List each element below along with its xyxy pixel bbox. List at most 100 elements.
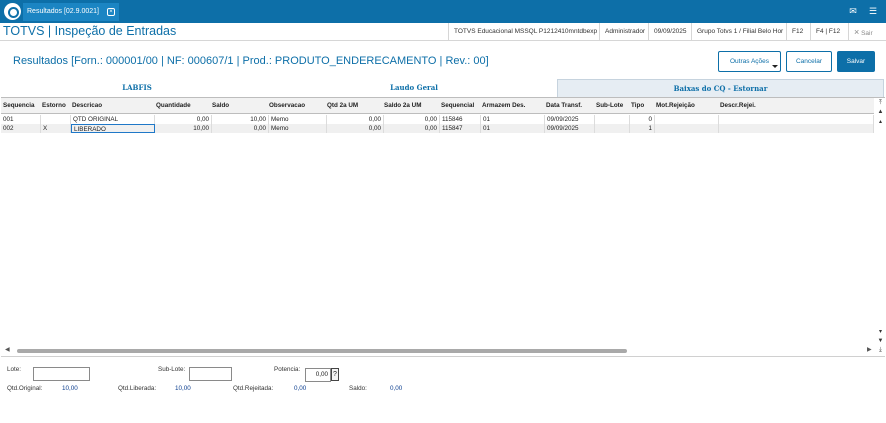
vertical-scrollbar[interactable]: ⤒ ▲ ▴ ▾ ▼ ⤓ [876,98,885,356]
scroll-up-icon[interactable]: ▲ [876,108,885,117]
cell-data-transf[interactable]: 09/09/2025 [545,124,595,133]
database-info: TOTVS Educacional MSSQL P1212410mntdbexp [448,23,602,41]
table-row[interactable]: 002 X LIBERADO 10,00 0,00 Memo 0,00 0,00… [1,124,874,133]
other-actions-label: Outras Ações [729,58,770,65]
tab-baixas-cq-estornar[interactable]: Baixas do CQ - Estornar [557,79,884,97]
potencia-label: Potencia: [274,366,301,373]
cell-mot-rejeicao[interactable] [655,124,719,133]
cell-saldo-2a-um[interactable]: 0,00 [384,124,440,133]
cell-estorno[interactable]: X [41,124,71,133]
cell-tipo[interactable]: 1 [630,124,655,133]
close-tab-icon[interactable]: × [107,8,115,16]
saldo-value: 0,00 [390,385,403,392]
col-saldo-2a-um[interactable]: Saldo 2a UM [384,98,421,114]
exit-button[interactable]: × Sair [848,23,878,41]
user-info: Administrador [599,23,650,41]
horizontal-scrollbar[interactable]: ◀ ▶ [5,346,872,353]
col-mot-rejeicao[interactable]: Mot.Rejeição [656,98,695,114]
col-descr-rejei[interactable]: Descr.Rejei. [720,98,756,114]
cell-armazem[interactable]: 01 [481,115,545,124]
cell-armazem[interactable]: 01 [481,124,545,133]
col-estorno[interactable]: Estorno [42,98,66,114]
other-actions-button[interactable]: Outras Ações [718,51,781,72]
lote-label: Lote: [7,366,22,373]
cell-saldo-2a-um[interactable]: 0,00 [384,115,440,124]
cell-descricao[interactable]: QTD ORIGINAL [71,115,155,124]
scroll-page-up-icon[interactable]: ▴ [876,118,885,127]
totvs-logo-icon [4,3,21,20]
cell-descricao[interactable]: LIBERADO [71,124,155,133]
cell-quantidade[interactable]: 0,00 [155,115,212,124]
qtd-liberada-value: 10,00 [175,385,191,392]
qtd-original-value: 10,00 [62,385,78,392]
cell-observacao[interactable]: Memo [269,115,327,124]
results-grid: Sequencia Estorno Descricao Quantidade S… [1,97,885,355]
date-info: 09/09/2025 [648,23,692,41]
qtd-rejeitada-label: Qtd.Rejeitada: [233,385,274,392]
grid-header: Sequencia Estorno Descricao Quantidade S… [1,98,874,114]
results-title: Resultados [Forn.: 000001/00 | NF: 00060… [13,55,489,67]
tab-laudo-geral[interactable]: Laudo Geral [282,79,546,97]
potencia-input[interactable]: 0,00 [305,368,331,382]
scroll-bottom-icon[interactable]: ⤓ [876,346,885,355]
header-bar: TOTVS | Inspeção de Entradas TOTVS Educa… [0,23,886,41]
col-sequencia[interactable]: Sequencia [3,98,35,114]
cell-descr-rejei[interactable] [719,115,874,124]
cell-quantidade[interactable]: 10,00 [155,124,212,133]
cell-sub-lote[interactable] [595,115,630,124]
scroll-top-icon[interactable]: ⤒ [876,99,885,108]
chevron-down-icon [772,65,778,68]
qtd-rejeitada-value: 0,00 [294,385,307,392]
cell-sequencia[interactable]: 001 [1,115,41,124]
save-button[interactable]: Salvar [837,51,875,72]
cancel-button[interactable]: Cancelar [786,51,832,72]
scroll-left-icon[interactable]: ◀ [5,346,10,353]
cell-qtd-2a-um[interactable]: 0,00 [327,124,384,133]
cell-sequencial[interactable]: 115847 [440,124,481,133]
cell-sequencial[interactable]: 115846 [440,115,481,124]
col-quantidade[interactable]: Quantidade [156,98,191,114]
cell-saldo[interactable]: 10,00 [212,115,269,124]
saldo-label: Saldo: [349,385,367,392]
help-icon[interactable]: ? [331,368,339,381]
col-data-transf[interactable]: Data Transf. [546,98,582,114]
page-title: TOTVS | Inspeção de Entradas [3,24,177,38]
col-descricao[interactable]: Descricao [72,98,102,114]
cell-tipo[interactable]: 0 [630,115,655,124]
window-tab-title: Resultados [02.9.0021] [27,8,99,15]
col-sequencial[interactable]: Sequencial [441,98,474,114]
branch-info[interactable]: Grupo Totvs 1 / Filial Belo Hor [691,23,788,41]
cell-data-transf[interactable]: 09/09/2025 [545,115,595,124]
horizontal-scroll-thumb[interactable] [17,349,627,353]
window-tab[interactable]: Resultados [02.9.0021] × [23,3,119,21]
col-qtd-2a-um[interactable]: Qtd 2a UM [327,98,358,114]
title-bar: Resultados [02.9.0021] × ✉ ☰ [0,0,886,23]
table-row[interactable]: 001 QTD ORIGINAL 0,00 10,00 Memo 0,00 0,… [1,115,874,124]
tab-labfis[interactable]: LABFIS [2,79,272,97]
close-icon: × [854,27,860,37]
cell-descr-rejei[interactable] [719,124,874,133]
cell-sub-lote[interactable] [595,124,630,133]
scroll-page-down-icon[interactable]: ▾ [876,328,885,337]
cell-observacao[interactable]: Memo [269,124,327,133]
f12-shortcut[interactable]: F12 [786,23,808,41]
col-saldo[interactable]: Saldo [212,98,229,114]
col-observacao[interactable]: Observacao [269,98,305,114]
mail-icon[interactable]: ✉ [846,5,860,18]
hamburger-icon[interactable]: ☰ [866,5,880,18]
cell-qtd-2a-um[interactable]: 0,00 [327,115,384,124]
qtd-original-label: Qtd.Original: [7,385,43,392]
qtd-liberada-label: Qtd.Liberada: [118,385,157,392]
cell-sequencia[interactable]: 002 [1,124,41,133]
col-tipo[interactable]: Tipo [631,98,644,114]
lote-input[interactable] [33,367,90,381]
f4-f12-shortcut[interactable]: F4 | F12 [810,23,845,41]
col-sub-lote[interactable]: Sub-Lote [596,98,623,114]
scroll-down-icon[interactable]: ▼ [876,337,885,346]
cell-estorno[interactable] [41,115,71,124]
sublote-input[interactable] [189,367,232,381]
col-armazem[interactable]: Armazem Des. [482,98,525,114]
cell-saldo[interactable]: 0,00 [212,124,269,133]
scroll-right-icon[interactable]: ▶ [867,346,872,353]
cell-mot-rejeicao[interactable] [655,115,719,124]
